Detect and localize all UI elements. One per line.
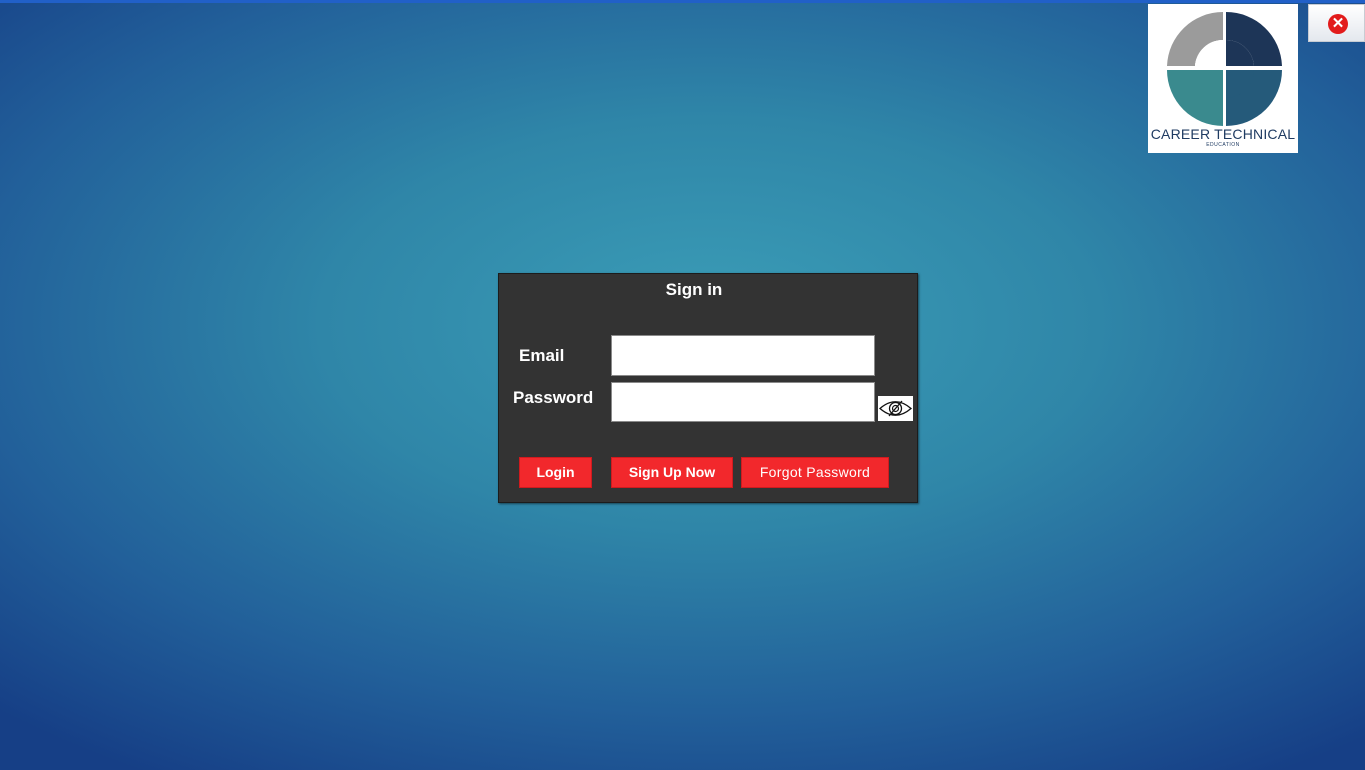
password-field[interactable] [611,382,875,422]
panel-title: Sign in [665,280,723,299]
logo-name: CAREER TECHNICAL [1150,126,1296,142]
career-technical-logo: CAREER TECHNICAL EDUCATION [1148,4,1298,153]
top-window-strip [0,0,1365,3]
close-icon: ✕ [1328,14,1348,34]
forgot-password-button[interactable]: Forgot Password [741,457,889,488]
close-button[interactable]: ✕ [1308,4,1365,42]
password-label: Password [513,388,594,407]
eye-slash-icon [879,400,912,417]
email-label: Email [519,346,565,365]
sign-up-button[interactable]: Sign Up Now [611,457,733,488]
show-password-toggle[interactable] [878,396,913,421]
desktop-background: CAREER TECHNICAL EDUCATION ✕ Sign in Ema… [0,0,1365,770]
signin-panel: Sign in Email Password Login Sign Up Now… [498,273,918,503]
login-button[interactable]: Login [519,457,592,488]
logo-subtitle: EDUCATION [1206,142,1240,148]
email-field[interactable] [611,335,875,376]
